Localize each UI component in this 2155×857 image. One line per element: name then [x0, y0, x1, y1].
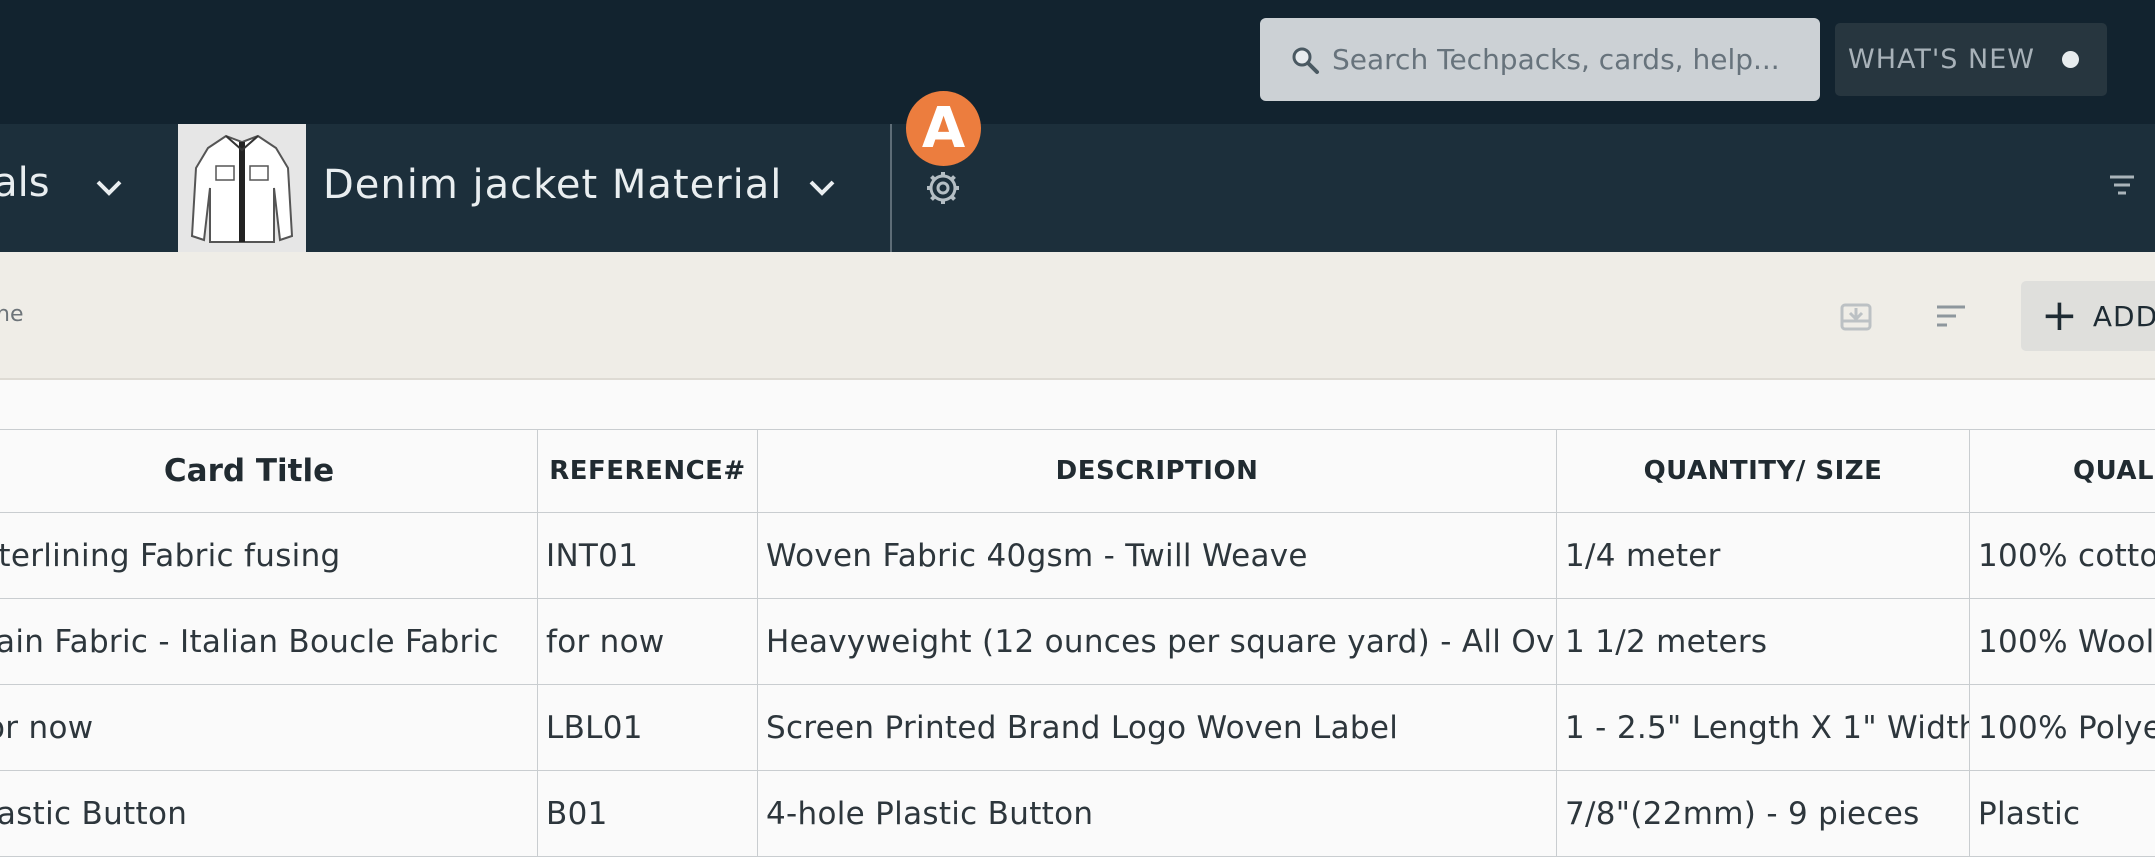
- cell-quality[interactable]: Plastic: [1970, 771, 2155, 857]
- cell-quality[interactable]: 100% Wool: [1970, 599, 2155, 685]
- column-header-quality[interactable]: QUALI: [1970, 430, 2155, 513]
- column-header-reference[interactable]: REFERENCE#: [538, 430, 758, 513]
- card-thumbnail[interactable]: [178, 124, 306, 252]
- table-row[interactable]: Main Fabric - Italian Boucle Fabric for …: [0, 599, 2155, 685]
- add-button[interactable]: + ADD: [2021, 281, 2155, 351]
- table-header-row: Card Title REFERENCE# DESCRIPTION QUANTI…: [0, 430, 2155, 513]
- cell-card-title[interactable]: Interlining Fabric fusing: [0, 513, 538, 599]
- cell-reference[interactable]: for now: [538, 599, 758, 685]
- cell-quantity-size[interactable]: 1 - 2.5" Length X 1" Width: [1557, 685, 1970, 771]
- cell-quality[interactable]: 100% Polyester: [1970, 685, 2155, 771]
- cell-quantity-size[interactable]: 1/4 meter: [1557, 513, 1970, 599]
- top-bar: [0, 0, 2155, 124]
- table-row[interactable]: Plastic Button B01 4-hole Plastic Button…: [0, 771, 2155, 857]
- column-header-description[interactable]: DESCRIPTION: [758, 430, 1557, 513]
- search-input[interactable]: [1332, 43, 1812, 76]
- nav-divider: [890, 124, 892, 252]
- cell-description[interactable]: Screen Printed Brand Logo Woven Label: [758, 685, 1557, 771]
- table-toolbar: [0, 252, 2155, 380]
- cell-description[interactable]: Heavyweight (12 ounces per square yard) …: [758, 599, 1557, 685]
- cell-description[interactable]: 4-hole Plastic Button: [758, 771, 1557, 857]
- chevron-down-icon[interactable]: [94, 178, 124, 198]
- cell-quantity-size[interactable]: 7/8"(22mm) - 9 pieces: [1557, 771, 1970, 857]
- card-name[interactable]: Denim jacket Material: [323, 162, 782, 208]
- cell-reference[interactable]: B01: [538, 771, 758, 857]
- plus-icon: +: [2041, 294, 2079, 338]
- whats-new-label: WHAT'S NEW: [1848, 44, 2035, 75]
- sort-icon[interactable]: [1935, 303, 1967, 329]
- table-row[interactable]: For now LBL01 Screen Printed Brand Logo …: [0, 685, 2155, 771]
- add-button-label: ADD: [2093, 300, 2155, 333]
- column-header-card-title[interactable]: Card Title: [0, 430, 538, 513]
- cell-quantity-size[interactable]: 1 1/2 meters: [1557, 599, 1970, 685]
- toolbar-text: ne: [0, 302, 23, 327]
- dot-icon: [2062, 51, 2079, 68]
- filter-icon[interactable]: [2108, 174, 2136, 196]
- cell-card-title[interactable]: Main Fabric - Italian Boucle Fabric: [0, 599, 538, 685]
- table-row[interactable]: Interlining Fabric fusing INT01 Woven Fa…: [0, 513, 2155, 599]
- cell-description[interactable]: Woven Fabric 40gsm - Twill Weave: [758, 513, 1557, 599]
- settings-icon[interactable]: [925, 170, 961, 206]
- annotation-badge: A: [906, 91, 981, 166]
- jacket-image: [188, 128, 296, 248]
- cell-card-title[interactable]: For now: [0, 685, 538, 771]
- download-icon[interactable]: [1840, 303, 1872, 331]
- cell-reference[interactable]: LBL01: [538, 685, 758, 771]
- search-icon: [1290, 45, 1320, 75]
- column-header-quantity-size[interactable]: QUANTITY/ SIZE: [1557, 430, 1970, 513]
- card-table: Card Title REFERENCE# DESCRIPTION QUANTI…: [0, 429, 2155, 857]
- search-box[interactable]: [1260, 18, 1820, 101]
- previous-card-label[interactable]: ials: [0, 160, 50, 206]
- cell-reference[interactable]: INT01: [538, 513, 758, 599]
- cell-card-title[interactable]: Plastic Button: [0, 771, 538, 857]
- chevron-down-icon[interactable]: [807, 178, 837, 198]
- cell-quality[interactable]: 100% cotton: [1970, 513, 2155, 599]
- whats-new-button[interactable]: WHAT'S NEW: [1835, 23, 2107, 96]
